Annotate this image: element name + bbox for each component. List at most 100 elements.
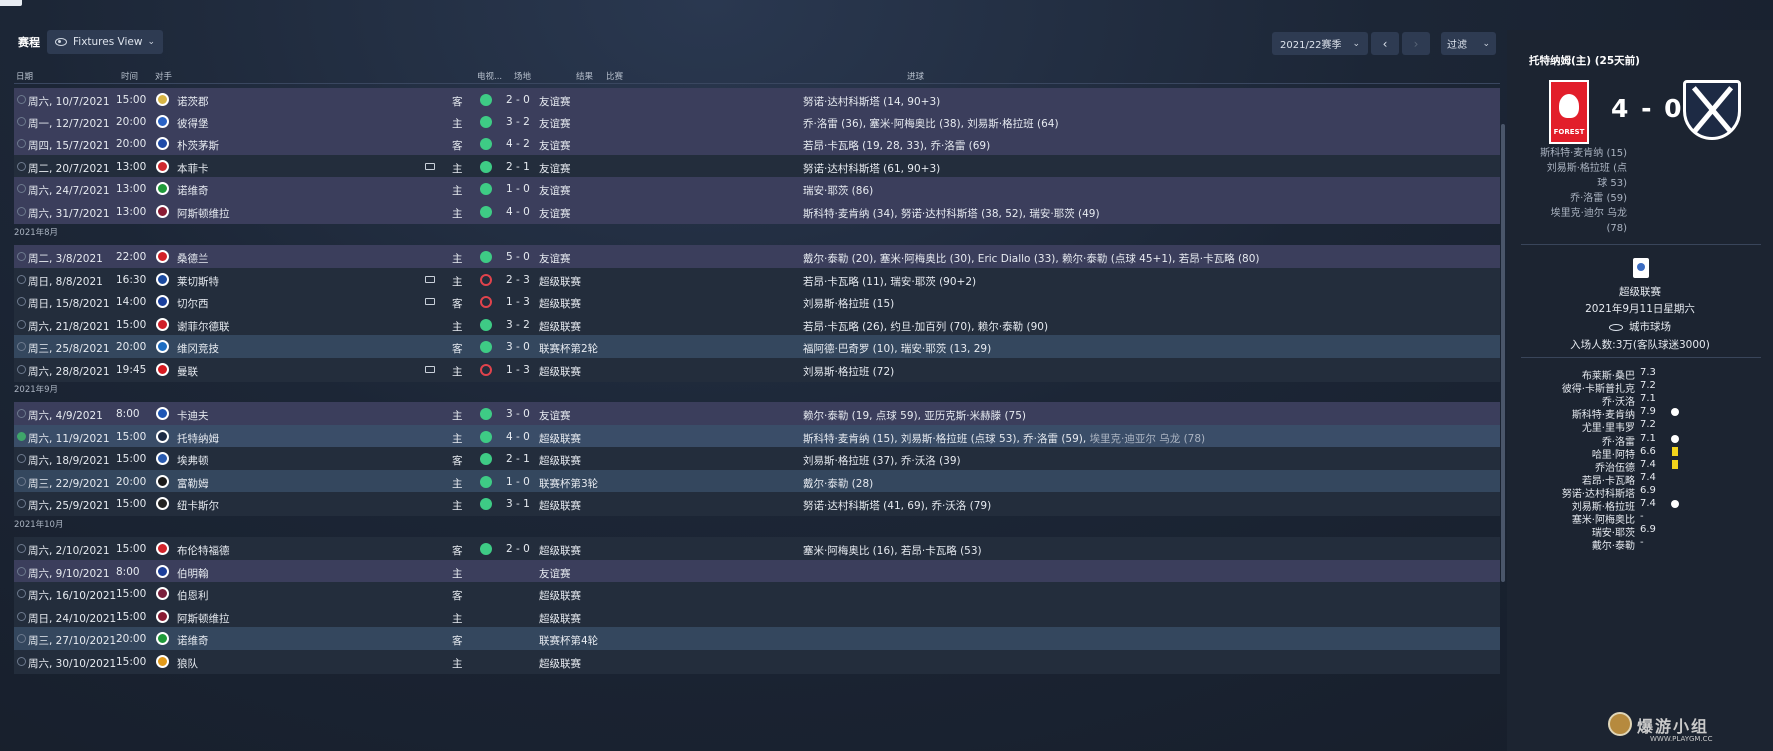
- fixture-score[interactable]: 2 - 0: [506, 94, 530, 106]
- fixture-checkbox[interactable]: [17, 634, 26, 643]
- fixture-opponent[interactable]: 维冈竞技: [177, 341, 219, 356]
- prev-season-button[interactable]: ‹: [1371, 32, 1399, 55]
- col-venue[interactable]: 场地: [514, 70, 531, 82]
- player-rating-row[interactable]: 若昂·卡瓦略 7.4: [1507, 472, 1773, 487]
- fixture-opponent[interactable]: 曼联: [177, 364, 198, 379]
- fixture-score[interactable]: 2 - 1: [506, 161, 530, 173]
- fixture-row[interactable]: 周三, 22/9/2021 20:00 富勒姆 主 1 - 0 联赛杯第3轮 戴尔·泰勒 (…: [14, 470, 1500, 494]
- fixture-competition[interactable]: 超级联赛: [539, 588, 581, 603]
- fixture-checkbox[interactable]: [17, 342, 26, 351]
- fixture-competition[interactable]: 超级联赛: [539, 656, 581, 671]
- player-rating-row[interactable]: 瑞安·耶茨 6.9: [1507, 524, 1773, 539]
- fixture-opponent[interactable]: 诺茨郡: [177, 94, 209, 109]
- fixture-competition[interactable]: 友谊赛: [539, 408, 571, 423]
- fixture-opponent[interactable]: 阿斯顿维拉: [177, 206, 230, 221]
- fixture-competition[interactable]: 友谊赛: [539, 183, 571, 198]
- fixture-opponent[interactable]: 本菲卡: [177, 161, 209, 176]
- fixture-opponent[interactable]: 朴茨茅斯: [177, 138, 219, 153]
- fixture-competition[interactable]: 超级联赛: [539, 543, 581, 558]
- player-rating-row[interactable]: 努诺·达村科斯塔 6.9: [1507, 485, 1773, 500]
- fixture-checkbox[interactable]: [17, 567, 26, 576]
- player-rating-row[interactable]: 尤里·里韦罗 7.2: [1507, 419, 1773, 434]
- fixture-checkbox[interactable]: [17, 95, 26, 104]
- fixture-row[interactable]: 周四, 15/7/2021 20:00 朴茨茅斯 客 4 - 2 友谊赛 若昂·卡瓦略 (1…: [14, 132, 1500, 156]
- fixture-checkbox[interactable]: [17, 207, 26, 216]
- fixture-competition[interactable]: 联赛杯第4轮: [539, 633, 598, 648]
- scrollbar[interactable]: [1501, 124, 1505, 582]
- fixture-opponent[interactable]: 卡迪夫: [177, 408, 209, 423]
- fixture-opponent[interactable]: 纽卡斯尔: [177, 498, 219, 513]
- fixture-row[interactable]: 周二, 3/8/2021 22:00 桑德兰 主 5 - 0 友谊赛 戴尔·泰勒 (20),…: [14, 245, 1500, 269]
- fixture-competition[interactable]: 超级联赛: [539, 453, 581, 468]
- player-rating-row[interactable]: 布莱斯·桑巴 7.3: [1507, 367, 1773, 382]
- fixture-competition[interactable]: 友谊赛: [539, 94, 571, 109]
- col-result[interactable]: 结果: [576, 70, 593, 82]
- stadium-name[interactable]: 城市球场: [1629, 321, 1671, 333]
- fixture-competition[interactable]: 超级联赛: [539, 498, 581, 513]
- fixture-checkbox[interactable]: [17, 499, 26, 508]
- fixture-competition[interactable]: 超级联赛: [539, 611, 581, 626]
- fixture-checkbox[interactable]: [17, 184, 26, 193]
- fixture-opponent[interactable]: 谢菲尔德联: [177, 319, 230, 334]
- fixture-row[interactable]: 周一, 12/7/2021 20:00 彼得堡 主 3 - 2 友谊赛 乔·洛雷 (36),…: [14, 110, 1500, 134]
- fixture-row[interactable]: 周日, 15/8/2021 14:00 切尔西 客 1 - 3 超级联赛 刘易斯·格拉班 (…: [14, 290, 1500, 314]
- player-rating-row[interactable]: 哈里·阿特 6.6: [1507, 446, 1773, 461]
- fixture-score[interactable]: 1 - 3: [506, 296, 530, 308]
- col-time[interactable]: 时间: [121, 70, 138, 82]
- fixture-checkbox[interactable]: [17, 320, 26, 329]
- player-rating-row[interactable]: 乔·沃洛 7.1: [1507, 393, 1773, 408]
- fixture-checkbox[interactable]: [17, 365, 26, 374]
- fixture-row[interactable]: 周二, 20/7/2021 13:00 本菲卡 主 2 - 1 友谊赛 努诺·达村科斯塔 (…: [14, 155, 1500, 179]
- fixture-score[interactable]: 1 - 3: [506, 364, 530, 376]
- fixture-competition[interactable]: 联赛杯第2轮: [539, 341, 598, 356]
- player-rating-row[interactable]: 刘易斯·格拉班 7.4: [1507, 498, 1773, 513]
- fixture-competition[interactable]: 超级联赛: [539, 319, 581, 334]
- fixture-row[interactable]: 周三, 27/10/2021 20:00 诺维奇 客 联赛杯第4轮: [14, 627, 1500, 651]
- player-rating-row[interactable]: 彼得·卡斯普扎克 7.2: [1507, 380, 1773, 395]
- fixture-score[interactable]: 4 - 2: [506, 138, 530, 150]
- col-scorers[interactable]: 进球: [907, 70, 924, 82]
- next-season-button[interactable]: ›: [1402, 32, 1430, 55]
- fixture-opponent[interactable]: 伯恩利: [177, 588, 209, 603]
- fixture-checkbox[interactable]: [17, 589, 26, 598]
- player-rating-row[interactable]: 乔治伍德 7.4: [1507, 459, 1773, 474]
- fixture-opponent[interactable]: 彼得堡: [177, 116, 209, 131]
- fixture-row[interactable]: 周六, 18/9/2021 15:00 埃弗顿 客 2 - 1 超级联赛 刘易斯·格拉班 (…: [14, 447, 1500, 471]
- col-tv[interactable]: 电视...: [477, 70, 502, 82]
- fixture-score[interactable]: 4 - 0: [506, 431, 530, 443]
- fixture-competition[interactable]: 友谊赛: [539, 116, 571, 131]
- fixture-competition[interactable]: 联赛杯第3轮: [539, 476, 598, 491]
- fixture-checkbox[interactable]: [17, 409, 26, 418]
- player-rating-row[interactable]: 乔·洛雷 7.1: [1507, 433, 1773, 448]
- fixture-opponent[interactable]: 布伦特福德: [177, 543, 230, 558]
- fixture-checkbox[interactable]: [17, 544, 26, 553]
- filter-button[interactable]: 过滤 ⌄: [1441, 32, 1496, 55]
- fixture-row[interactable]: 周六, 10/7/2021 15:00 诺茨郡 客 2 - 0 友谊赛 努诺·达村科斯塔 (…: [14, 88, 1500, 112]
- fixture-row[interactable]: 周日, 24/10/2021 15:00 阿斯顿维拉 主 超级联赛: [14, 605, 1500, 629]
- fixture-row[interactable]: 周六, 4/9/2021 8:00 卡迪夫 主 3 - 0 友谊赛 赖尔·泰勒 (19, 点…: [14, 402, 1500, 426]
- player-rating-row[interactable]: 斯科特·麦肯纳 7.9: [1507, 406, 1773, 421]
- fixture-score[interactable]: 3 - 2: [506, 116, 530, 128]
- fixture-competition[interactable]: 友谊赛: [539, 206, 571, 221]
- col-opponent[interactable]: 对手: [155, 70, 172, 82]
- fixture-checkbox[interactable]: [17, 275, 26, 284]
- season-dropdown[interactable]: 2021/22赛季 ⌄: [1272, 32, 1368, 55]
- col-date[interactable]: 日期: [16, 70, 33, 82]
- player-rating-row[interactable]: 塞米·阿梅奥比 -: [1507, 511, 1773, 526]
- fixture-row[interactable]: 周三, 25/8/2021 20:00 维冈竞技 客 3 - 0 联赛杯第2轮 福阿德·巴奇…: [14, 335, 1500, 359]
- view-dropdown[interactable]: Fixtures View ⌄: [47, 30, 163, 54]
- fixture-opponent[interactable]: 切尔西: [177, 296, 209, 311]
- fixture-competition[interactable]: 友谊赛: [539, 251, 571, 266]
- fixture-competition[interactable]: 友谊赛: [539, 138, 571, 153]
- fixture-opponent[interactable]: 富勒姆: [177, 476, 209, 491]
- fixture-score[interactable]: 3 - 0: [506, 341, 530, 353]
- fixture-competition[interactable]: 超级联赛: [539, 431, 581, 446]
- match-panel-title[interactable]: 托特纳姆(主) (25天前): [1529, 53, 1640, 68]
- fixture-opponent[interactable]: 狼队: [177, 656, 198, 671]
- fixture-checkbox[interactable]: [17, 612, 26, 621]
- fixture-checkbox[interactable]: [17, 297, 26, 306]
- fixture-row[interactable]: 周六, 24/7/2021 13:00 诺维奇 主 1 - 0 友谊赛 瑞安·耶茨 (86): [14, 177, 1500, 201]
- fixture-row[interactable]: 周六, 9/10/2021 8:00 伯明翰 主 友谊赛: [14, 560, 1500, 584]
- fixture-score[interactable]: 3 - 1: [506, 498, 530, 510]
- fixture-opponent[interactable]: 阿斯顿维拉: [177, 611, 230, 626]
